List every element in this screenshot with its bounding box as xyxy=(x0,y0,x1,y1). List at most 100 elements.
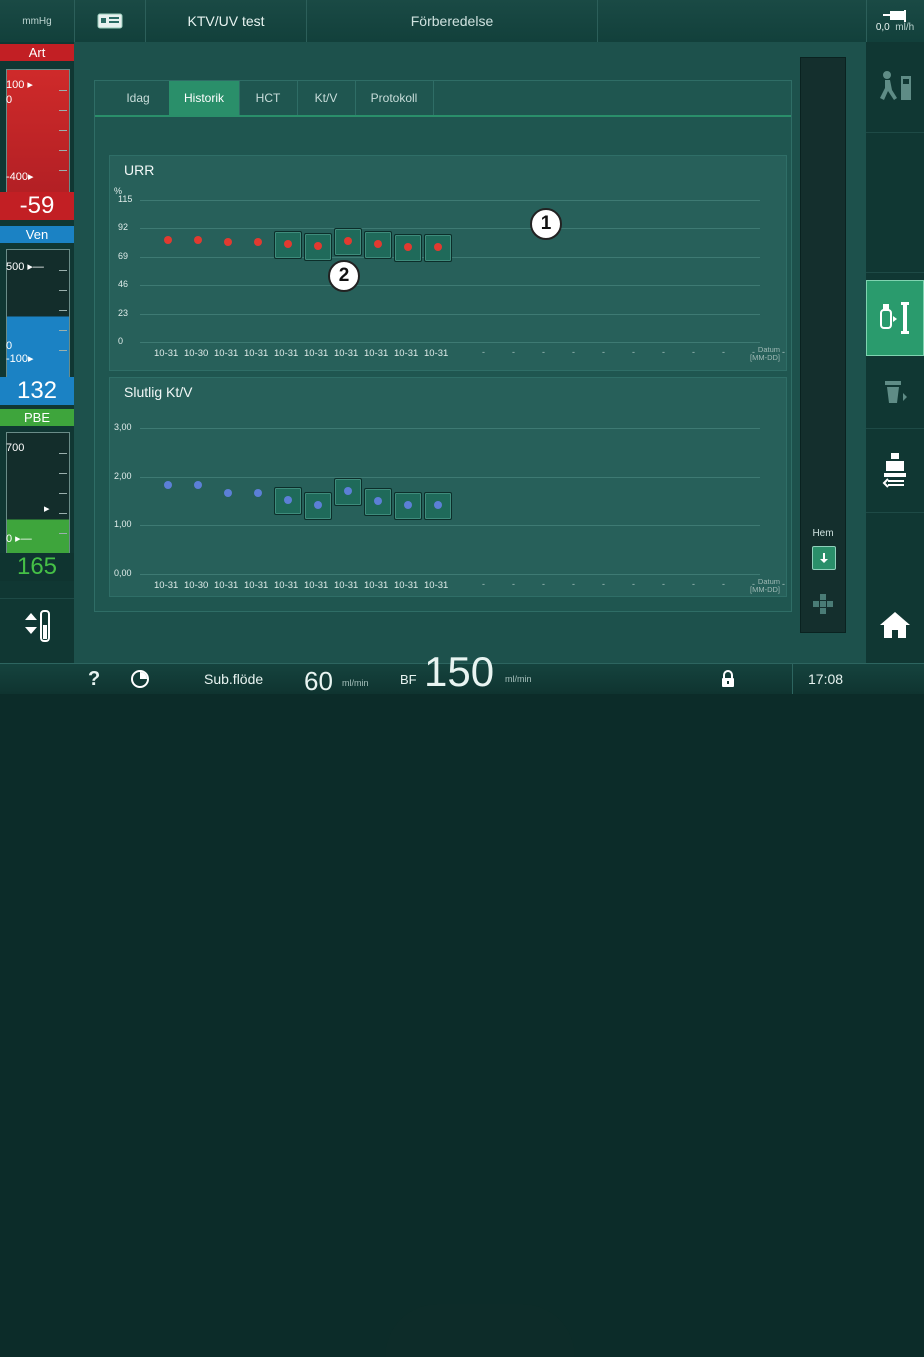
ktv-x-tick-label: 10-30 xyxy=(184,580,209,591)
pbe-top-limit: 700 xyxy=(6,442,25,454)
urr-gridline xyxy=(140,200,760,201)
uf-icon xyxy=(883,9,906,22)
filter-button[interactable] xyxy=(866,360,924,429)
navigation-pad[interactable] xyxy=(813,594,833,619)
bf-value[interactable]: 150 xyxy=(424,648,494,695)
bf-label: BF xyxy=(400,671,417,687)
urr-x-tick-label: 10-31 xyxy=(304,348,329,359)
ktv-x-tick-label: 10-31 xyxy=(364,580,389,591)
ktv-y-tick-label: 2,00 xyxy=(114,470,132,481)
urr-data-point[interactable] xyxy=(224,237,232,246)
ktv-data-point[interactable] xyxy=(434,500,442,509)
tab-idag[interactable]: Idag xyxy=(107,81,170,115)
uf-rate-display[interactable]: 0,0 ml/h xyxy=(866,0,924,42)
tab-ktv[interactable]: Kt/V xyxy=(297,81,356,115)
tab-hct[interactable]: HCT xyxy=(239,81,298,115)
ktv-empty-slot: - xyxy=(482,579,485,589)
sub-flow-label[interactable]: Sub.flöde xyxy=(204,664,263,694)
urr-data-point[interactable] xyxy=(314,241,322,250)
ven-top-limit: 500 ▸— xyxy=(6,261,44,273)
ktv-data-point[interactable] xyxy=(284,496,292,505)
help-icon: ? xyxy=(88,667,101,690)
urr-x-tick-label: 10-31 xyxy=(364,348,389,359)
ktv-data-point[interactable] xyxy=(374,497,382,505)
ven-low-limit: -100▸ xyxy=(6,353,34,365)
urr-y-tick-label: 115 xyxy=(118,194,133,204)
ktv-empty-slot: - xyxy=(602,579,605,589)
divider xyxy=(792,664,793,694)
tubing-button[interactable] xyxy=(866,428,924,513)
ktv-chart-panel: Slutlig Kt/V 3,00 2,00 1,00 0,00 10-31 10-30 1… xyxy=(109,377,787,597)
urr-y-tick-label: 23 xyxy=(118,307,129,318)
clock-icon xyxy=(131,670,149,688)
ven-zero: 0 xyxy=(6,340,13,352)
urr-data-point[interactable] xyxy=(344,236,352,245)
urr-empty-slot: - xyxy=(482,347,485,357)
uf-unit: ml/h xyxy=(895,21,915,33)
dpad-icon xyxy=(813,594,833,614)
urr-data-point[interactable] xyxy=(194,235,202,244)
ktv-gridline xyxy=(140,525,760,527)
ktv-x-tick-label: 10-31 xyxy=(304,580,329,591)
ven-pressure-value: 132 xyxy=(0,377,74,405)
ktv-data-point[interactable] xyxy=(224,489,232,498)
arrow-down-icon xyxy=(820,553,828,563)
urr-empty-slot: - xyxy=(692,347,695,357)
urr-empty-slot: - xyxy=(722,347,725,357)
urr-chart-panel: URR % 115 92 69 46 23 0 10-31 10-30 10-31 10-31 10-… xyxy=(109,155,787,371)
lock-button[interactable] xyxy=(720,664,736,694)
urr-chart-title: URR xyxy=(124,162,155,178)
pbe-pressure-value: 165 xyxy=(0,553,74,581)
urr-empty-slot: - xyxy=(782,347,785,357)
patient-card-button[interactable] xyxy=(75,0,146,42)
urr-data-point[interactable] xyxy=(254,237,262,246)
ktv-data-point[interactable] xyxy=(164,481,172,490)
urr-empty-slot: - xyxy=(662,347,665,357)
ktv-data-point[interactable] xyxy=(194,481,202,490)
tab-historik[interactable]: Historik xyxy=(169,81,240,115)
urr-data-point[interactable] xyxy=(404,242,412,251)
scroll-down-button[interactable] xyxy=(812,546,836,570)
urr-gridline xyxy=(140,228,760,230)
ven-label: Ven xyxy=(0,226,74,243)
ktv-empty-slot: - xyxy=(662,579,665,589)
urr-y-tick-label: 0 xyxy=(118,336,124,346)
ktv-empty-slot: - xyxy=(692,579,695,589)
timer-button[interactable] xyxy=(130,664,150,694)
bf-unit: ml/min xyxy=(505,674,532,684)
ktv-data-point[interactable] xyxy=(254,489,262,498)
uf-value: 0,0 xyxy=(875,21,890,33)
ktv-x-tick-label: 10-31 xyxy=(334,580,359,591)
tab-underline xyxy=(95,115,791,117)
tab-protokoll[interactable]: Protokoll xyxy=(355,81,434,115)
art-label: Art xyxy=(0,44,74,61)
empty-action-slot xyxy=(866,132,924,273)
urr-x-tick-label: 10-31 xyxy=(334,348,359,359)
patient-name[interactable]: KTV/UV test xyxy=(146,0,307,42)
urr-empty-slot: - xyxy=(512,347,515,357)
tab-bar: Idag Historik HCT Kt/V Protokoll xyxy=(107,81,552,115)
therapy-phase: Förberedelse xyxy=(307,0,598,42)
sub-flow-value[interactable]: 60 xyxy=(304,666,333,696)
callout-1: 1 xyxy=(530,208,562,240)
end-treatment-button[interactable] xyxy=(866,42,924,133)
urr-data-point[interactable] xyxy=(434,242,442,251)
urr-y-tick-label: 92 xyxy=(118,222,129,233)
art-low-limit: -400▸ xyxy=(6,171,34,183)
home-button[interactable] xyxy=(866,587,924,663)
level-adjust-button[interactable] xyxy=(0,598,74,651)
bf-hump xyxy=(385,1304,575,1357)
help-button[interactable]: ? xyxy=(88,664,100,694)
hem-label: Hem xyxy=(812,528,834,539)
ktv-gridline xyxy=(140,428,760,429)
ktv-data-point[interactable] xyxy=(314,500,322,509)
history-scroll-column: Hem xyxy=(800,57,846,633)
urr-data-point[interactable] xyxy=(164,235,172,244)
urr-x-tick-label: 10-30 xyxy=(184,348,209,359)
urr-x-tick-label: 10-31 xyxy=(244,348,269,359)
ktv-x-tick-label: 10-31 xyxy=(214,580,239,591)
connect-patient-button[interactable] xyxy=(866,280,924,356)
urr-x-tick-label: 10-31 xyxy=(154,348,179,359)
ktv-data-point[interactable] xyxy=(404,500,412,509)
ktv-y-tick-label: 1,00 xyxy=(114,519,132,530)
